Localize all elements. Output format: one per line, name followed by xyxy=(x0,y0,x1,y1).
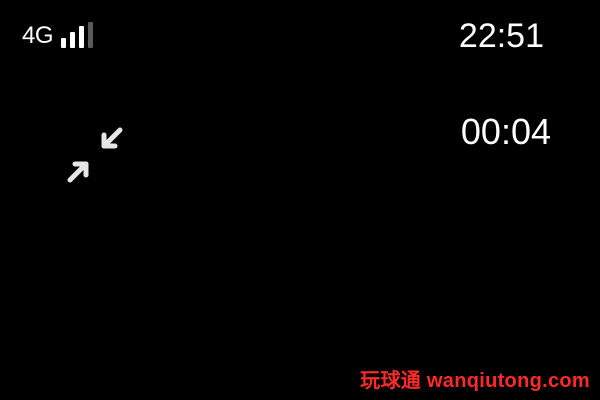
call-timer: 00:04 xyxy=(460,111,551,152)
status-bar: 4G 22:51 xyxy=(0,0,600,70)
network-status: 4G xyxy=(22,20,101,52)
signal-bar-1 xyxy=(61,38,67,48)
signal-bar-3 xyxy=(79,26,85,48)
minimize-arrows-icon[interactable] xyxy=(64,124,126,186)
status-clock: 22:51 xyxy=(458,17,544,55)
signal-bar-4 xyxy=(88,22,94,48)
signal-bar-2 xyxy=(70,32,76,48)
network-type-label: 4G xyxy=(22,22,54,49)
watermark-text: 玩球通 wanqiutong.com xyxy=(360,370,590,392)
cellular-signal-icon xyxy=(61,22,94,48)
